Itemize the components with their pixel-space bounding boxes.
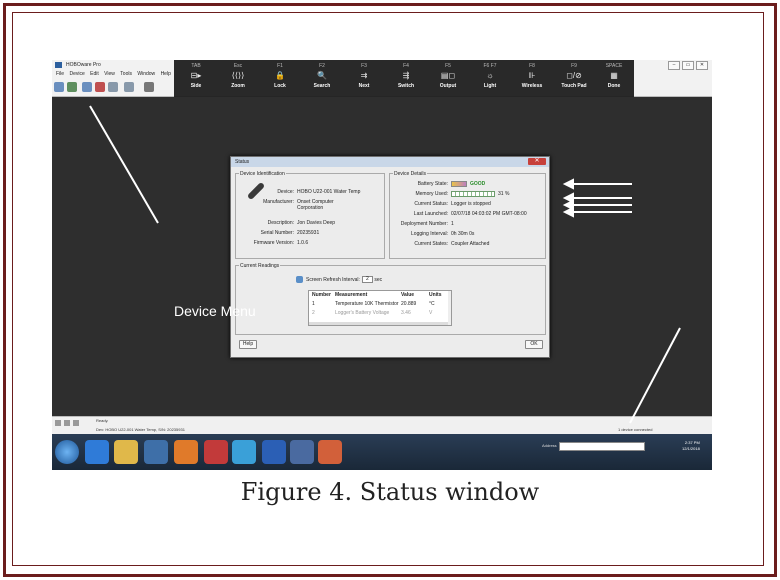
battery-arrowhead (562, 178, 574, 190)
launched-arrowhead (562, 206, 574, 218)
devices-connected-pointer-line (629, 327, 681, 424)
device-menu-pointer-line (89, 105, 159, 224)
figure-caption: Figure 4. Status window (240, 478, 540, 506)
